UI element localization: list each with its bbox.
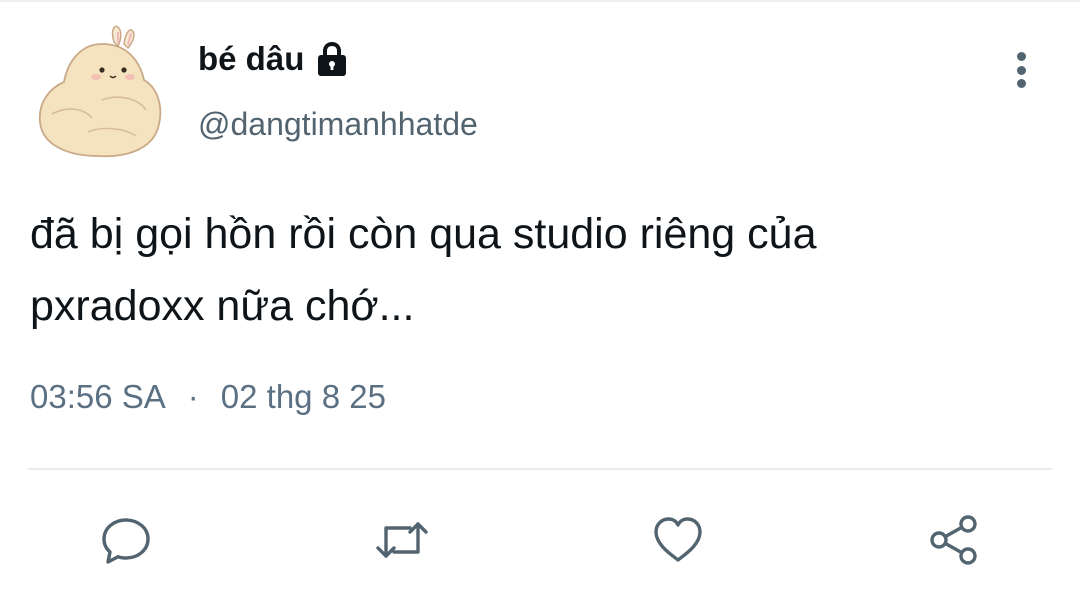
like-icon: [654, 517, 702, 562]
tweet-time: 03:56 SA: [30, 378, 166, 415]
like-button[interactable]: [648, 510, 708, 570]
retweet-button[interactable]: [372, 510, 432, 570]
author-name-row[interactable]: bé dâu: [198, 40, 350, 78]
reply-icon: [102, 518, 150, 564]
share-button[interactable]: [924, 510, 984, 570]
menu-dot: [1016, 65, 1026, 75]
tweet-timestamp[interactable]: 03:56 SA · 02 thg 8 25: [30, 378, 386, 416]
top-divider: [0, 0, 1080, 2]
retweet-icon: [376, 522, 428, 558]
author-display-name[interactable]: bé dâu: [198, 40, 304, 78]
share-icon: [930, 515, 977, 565]
menu-dot: [1016, 52, 1026, 61]
bunny-blob-avatar-icon: [38, 25, 162, 158]
more-vertical-icon[interactable]: [1004, 48, 1038, 92]
reply-button[interactable]: [96, 510, 156, 570]
actions-divider: [28, 468, 1052, 470]
tweet-date: 02 thg 8 25: [220, 378, 386, 415]
lock-icon: [314, 40, 350, 78]
avatar[interactable]: [32, 22, 172, 162]
menu-dot: [1016, 79, 1026, 88]
tweet-text: đã bị gọi hồn rồi còn qua studio riêng c…: [30, 210, 817, 330]
meta-separator: ·: [187, 378, 199, 415]
author-handle[interactable]: @dangtimanhhatde: [198, 106, 478, 143]
